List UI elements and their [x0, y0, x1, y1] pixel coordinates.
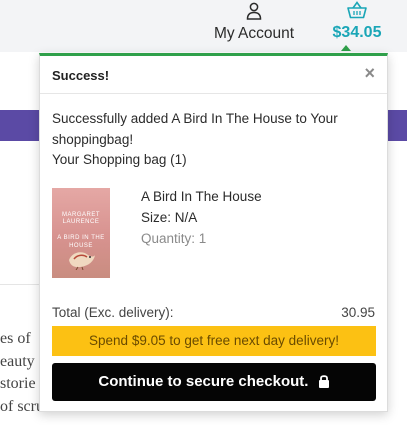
popup-title: Success! — [52, 68, 110, 83]
divider — [0, 284, 40, 285]
added-to-bag-popup: Success! × Successfully added A Bird In … — [39, 53, 388, 412]
lock-icon — [318, 375, 329, 388]
item-quantity: Quantity: 1 — [141, 231, 207, 246]
cart-button[interactable]: $34.05 — [324, 0, 390, 48]
item-size: Size: N/A — [141, 210, 198, 225]
success-message: Successfully added A Bird In The House t… — [52, 111, 338, 147]
user-icon — [246, 2, 262, 20]
book-cover-image: MARGARET LAURENCE A BIRD IN THE HOUSE — [52, 188, 110, 278]
total-label: Total (Exc. delivery): — [52, 305, 174, 320]
close-icon[interactable]: × — [364, 64, 375, 82]
free-delivery-banner: Spend $9.05 to get free next day deliver… — [52, 326, 376, 356]
popup-header: Success! × — [40, 56, 387, 94]
my-account-link[interactable]: My Account — [208, 0, 300, 48]
popup-caret — [341, 45, 351, 51]
cover-author: MARGARET LAURENCE — [61, 212, 100, 225]
my-account-label: My Account — [213, 25, 295, 42]
cart-total: $34.05 — [332, 24, 382, 41]
bag-count: Your Shopping bag (1) — [52, 152, 187, 167]
checkout-button[interactable]: Continue to secure checkout. — [52, 363, 376, 401]
total-value: 30.95 — [341, 305, 375, 320]
basket-icon — [347, 1, 367, 19]
checkout-label: Continue to secure checkout. — [98, 373, 309, 390]
item-title: A Bird In The House — [141, 189, 262, 204]
bird-illustration — [69, 252, 95, 270]
